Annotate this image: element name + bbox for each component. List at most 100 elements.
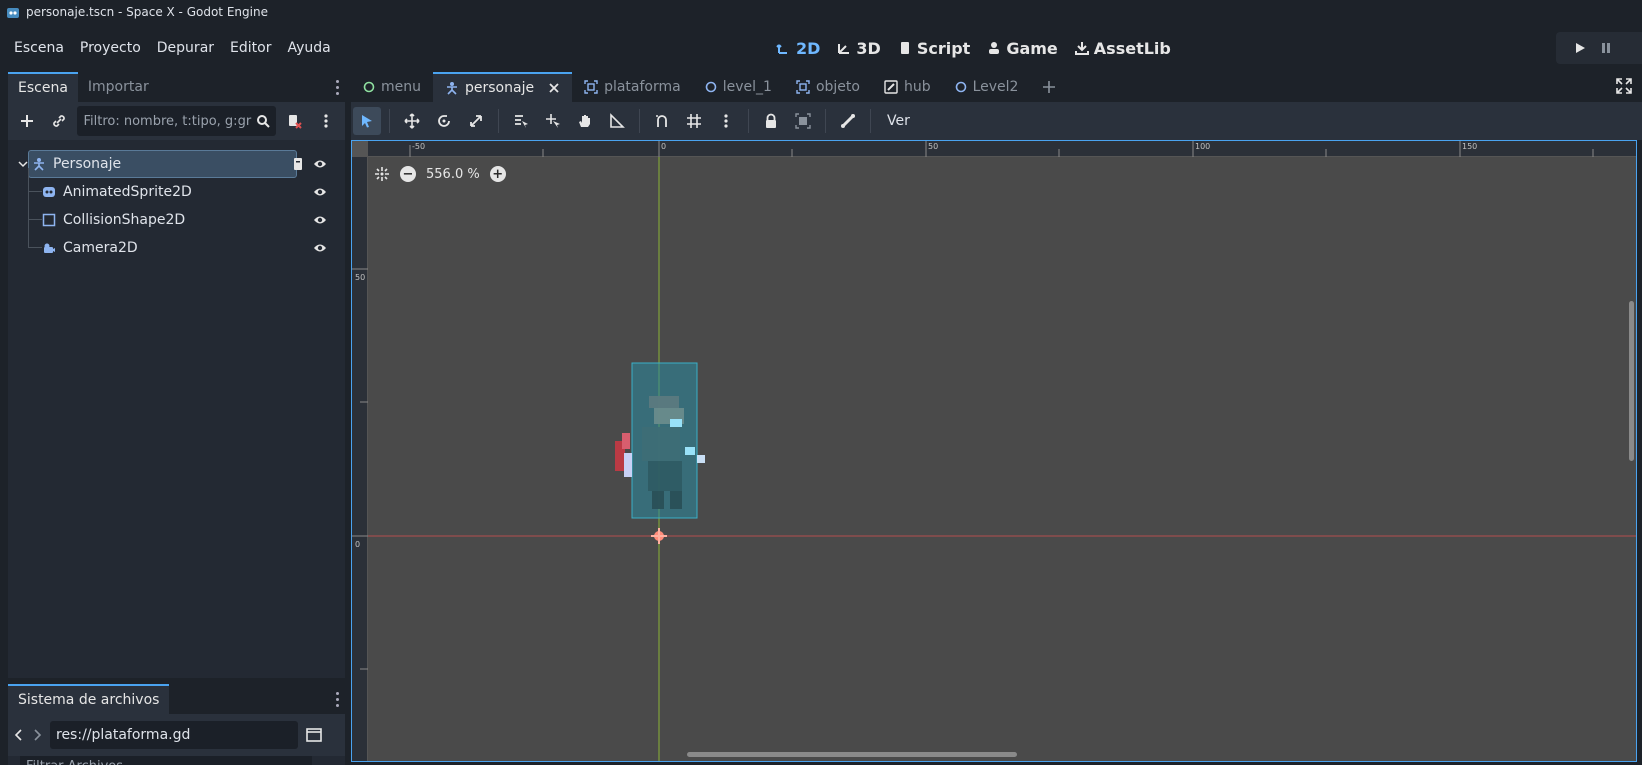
canvas-viewport[interactable]: -50 0 50 100 150 50 0 − 556.0 % + bbox=[351, 140, 1637, 762]
pan-mode-button[interactable] bbox=[571, 107, 599, 135]
vertical-scrollbar[interactable] bbox=[1629, 301, 1634, 461]
tree-node-personaje[interactable]: Personaje bbox=[8, 150, 345, 178]
visibility-eye-icon[interactable] bbox=[313, 158, 327, 170]
play-controls bbox=[1556, 32, 1642, 64]
edit-icon bbox=[884, 80, 898, 94]
tab-escena[interactable]: Escena bbox=[8, 72, 78, 102]
tree-node-label: AnimatedSprite2D bbox=[63, 184, 192, 200]
instance-scene-button[interactable] bbox=[46, 108, 72, 134]
horizontal-ruler[interactable]: -50 0 50 100 150 bbox=[368, 141, 1636, 157]
group-icon bbox=[795, 113, 811, 129]
script-icon bbox=[900, 42, 909, 54]
dock-menu-icon[interactable] bbox=[335, 692, 339, 708]
tab-objeto[interactable]: objeto bbox=[784, 72, 872, 102]
ruler-label: 100 bbox=[1195, 142, 1211, 151]
attach-script-button[interactable] bbox=[282, 108, 308, 134]
distraction-free-icon[interactable] bbox=[1616, 78, 1632, 94]
tab-plataforma[interactable]: plataforma bbox=[572, 72, 693, 102]
select-mode-button[interactable] bbox=[353, 107, 381, 135]
group-button[interactable] bbox=[789, 107, 817, 135]
chevron-down-icon[interactable] bbox=[18, 160, 28, 168]
scene-filter-input[interactable]: Filtro: nombre, t:tipo, g:gr bbox=[77, 106, 276, 136]
menu-proyecto[interactable]: Proyecto bbox=[72, 40, 149, 56]
plus-icon bbox=[20, 115, 33, 127]
path-input[interactable]: res://plataforma.gd bbox=[50, 721, 298, 749]
ruler-label: -50 bbox=[412, 142, 426, 151]
tab-hub[interactable]: hub bbox=[872, 72, 943, 102]
2d-icon bbox=[776, 44, 787, 54]
scene-dock: Escena Importar Filtro: nombre, t:tipo, … bbox=[8, 72, 345, 678]
pause-icon[interactable] bbox=[1600, 42, 1612, 54]
rotate-mode-button[interactable] bbox=[430, 107, 458, 135]
mode-script-button[interactable]: Script bbox=[891, 33, 976, 63]
tab-level-1[interactable]: level_1 bbox=[693, 72, 784, 102]
tab-sistema-archivos[interactable]: Sistema de archivos bbox=[8, 684, 170, 714]
scale-mode-button[interactable] bbox=[462, 107, 490, 135]
play-icon[interactable] bbox=[1574, 42, 1586, 54]
ruler-label: 50 bbox=[928, 142, 939, 151]
add-node-button[interactable] bbox=[14, 108, 40, 134]
tree-node-collisionshape2d[interactable]: CollisionShape2D bbox=[8, 192, 345, 234]
zoom-out-button[interactable]: − bbox=[400, 166, 416, 182]
tree-node-camera2d[interactable]: Camera2D bbox=[8, 220, 345, 262]
window-title: personaje.tscn - Space X - Godot Engine bbox=[26, 5, 268, 19]
list-select-button[interactable] bbox=[507, 107, 535, 135]
zoom-in-button[interactable]: + bbox=[489, 166, 506, 182]
script-remove-icon bbox=[289, 115, 303, 129]
ruler-mode-button[interactable] bbox=[603, 107, 631, 135]
game-icon bbox=[989, 42, 1000, 54]
mode-assetlib-button[interactable]: AssetLib bbox=[1068, 33, 1177, 63]
lock-button[interactable] bbox=[757, 107, 785, 135]
close-icon[interactable] bbox=[548, 82, 560, 94]
menu-ayuda[interactable]: Ayuda bbox=[279, 40, 338, 56]
horizontal-scrollbar[interactable] bbox=[687, 752, 1017, 757]
tab-importar[interactable]: Importar bbox=[78, 72, 159, 102]
mode-game-button[interactable]: Game bbox=[980, 33, 1063, 63]
pivot-mode-button[interactable] bbox=[539, 107, 567, 135]
mode-2d-button[interactable]: 2D bbox=[770, 33, 826, 63]
scene-options-button[interactable] bbox=[313, 108, 339, 134]
tree-node-animatedsprite2d[interactable]: AnimatedSprite2D bbox=[8, 168, 345, 206]
forward-chevron-icon[interactable] bbox=[32, 728, 42, 742]
script-icon[interactable] bbox=[291, 157, 305, 171]
center-view-icon[interactable] bbox=[374, 166, 390, 182]
grid-snap-button[interactable] bbox=[680, 107, 708, 135]
menu-editor[interactable]: Editor bbox=[222, 40, 279, 56]
mode-3d-button[interactable]: 3D bbox=[830, 33, 886, 63]
dock-menu-icon[interactable] bbox=[335, 80, 339, 96]
zoom-level[interactable]: 556.0 % bbox=[426, 167, 480, 182]
link-icon bbox=[52, 115, 65, 127]
circle-icon bbox=[705, 81, 717, 93]
menu-escena[interactable]: Escena bbox=[6, 40, 72, 56]
visibility-eye-icon[interactable] bbox=[313, 186, 327, 198]
back-chevron-icon[interactable] bbox=[14, 728, 24, 742]
snap-options-button[interactable] bbox=[712, 107, 740, 135]
tree-node-label: CollisionShape2D bbox=[63, 212, 186, 228]
pivot-icon bbox=[546, 114, 560, 128]
split-view-icon[interactable] bbox=[306, 728, 322, 742]
ruler-corner bbox=[352, 141, 368, 157]
canvas-toolbar: Ver bbox=[351, 102, 1642, 140]
ruler-label: 0 bbox=[661, 142, 667, 151]
add-tab-button[interactable] bbox=[1030, 72, 1068, 102]
tab-level2[interactable]: Level2 bbox=[943, 72, 1031, 102]
menu-depurar[interactable]: Depurar bbox=[149, 40, 222, 56]
visibility-eye-icon[interactable] bbox=[313, 242, 327, 254]
lock-icon bbox=[766, 113, 776, 128]
collision-shape-icon bbox=[42, 213, 56, 227]
title-bar: personaje.tscn - Space X - Godot Engine bbox=[0, 0, 1642, 24]
godot-logo-icon bbox=[7, 8, 19, 18]
tab-menu[interactable]: menu bbox=[351, 72, 433, 102]
view-menu[interactable]: Ver bbox=[879, 113, 918, 129]
move-icon bbox=[404, 113, 420, 129]
skeleton-button[interactable] bbox=[834, 107, 862, 135]
list-select-icon bbox=[515, 115, 528, 128]
filesystem-filter-input[interactable]: Filtrar Archivos bbox=[20, 756, 312, 765]
kebab-menu-icon bbox=[724, 114, 728, 128]
move-mode-button[interactable] bbox=[398, 107, 426, 135]
tab-personaje[interactable]: personaje bbox=[433, 72, 573, 102]
visibility-eye-icon[interactable] bbox=[313, 214, 327, 226]
vertical-ruler[interactable]: 50 0 bbox=[352, 157, 368, 761]
menu-bar: Escena Proyecto Depurar Editor Ayuda 2D … bbox=[0, 24, 1642, 72]
smart-snap-button[interactable] bbox=[648, 107, 676, 135]
